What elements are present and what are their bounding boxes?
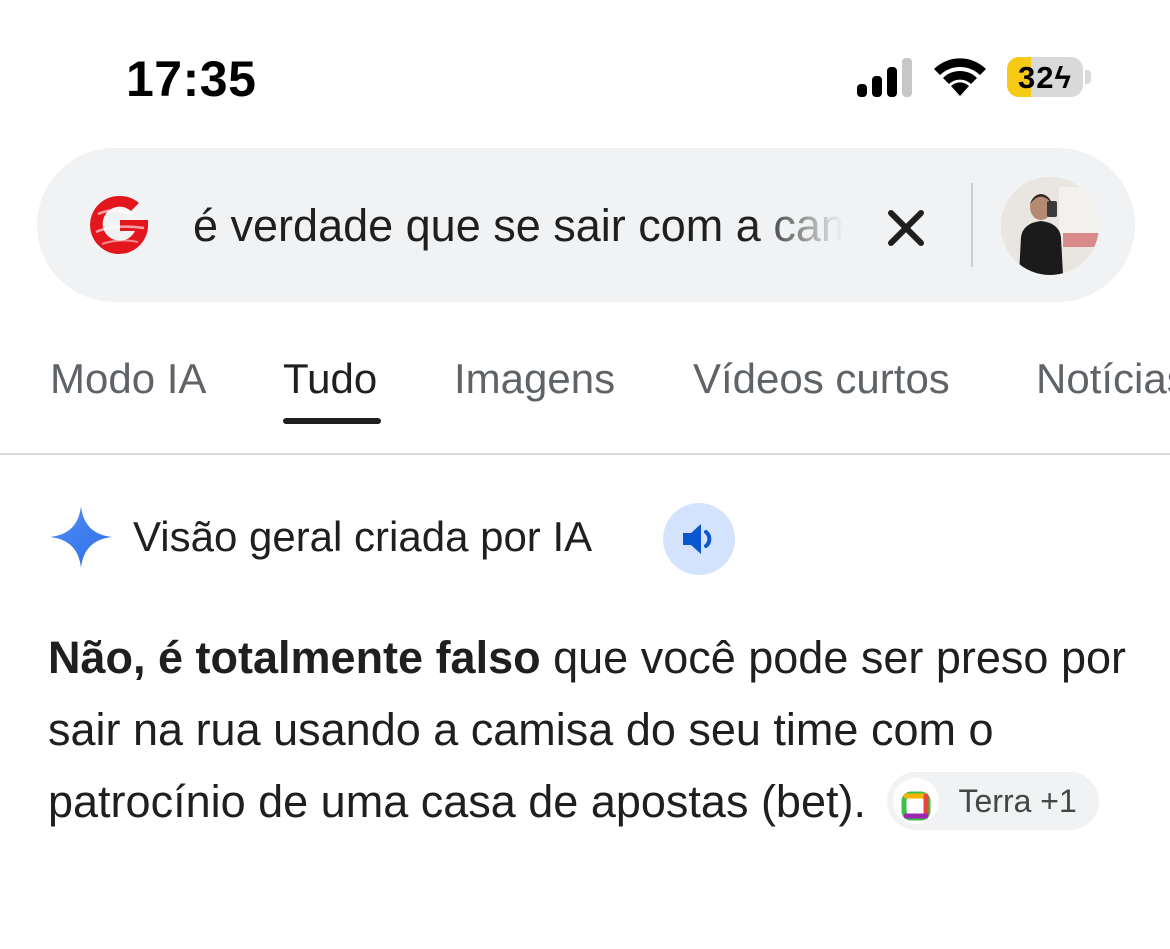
- avatar[interactable]: [1001, 177, 1099, 275]
- ai-overview-answer: Não, é totalmente falso que você pode se…: [48, 622, 1138, 838]
- tab-videos-curtos[interactable]: Vídeos curtos: [693, 355, 950, 403]
- speaker-icon: [683, 524, 712, 554]
- charging-bolt-icon: ϟ: [1054, 60, 1072, 95]
- search-divider: [971, 183, 973, 267]
- tab-tudo[interactable]: Tudo: [283, 355, 377, 403]
- listen-button[interactable]: [663, 503, 735, 575]
- status-time: 17:35: [126, 51, 257, 107]
- cellular-signal-icon: [857, 58, 912, 97]
- terra-logo-icon: [892, 778, 939, 825]
- active-tab-indicator: [283, 418, 381, 424]
- search-results-page: 17:35 32ϟ é verdade que se sair com a ca…: [0, 0, 1170, 949]
- source-chip-label: Terra +1: [958, 783, 1077, 820]
- search-input[interactable]: é verdade que se sair com a camisa: [193, 200, 853, 256]
- battery-indicator: 32ϟ: [1007, 57, 1083, 97]
- tab-modo-ia[interactable]: Modo IA: [50, 355, 206, 403]
- wifi-icon: [934, 58, 986, 96]
- source-chip[interactable]: Terra +1: [886, 772, 1099, 831]
- battery-level-text: 32ϟ: [1018, 60, 1072, 95]
- answer-bold: Não, é totalmente falso: [48, 632, 541, 683]
- tabs-divider: [0, 453, 1170, 455]
- google-g-icon[interactable]: [86, 192, 152, 258]
- battery-nub: [1085, 70, 1091, 84]
- close-icon[interactable]: [878, 200, 934, 256]
- tab-imagens[interactable]: Imagens: [454, 355, 615, 403]
- profile-photo: [1001, 177, 1099, 275]
- ai-overview-title: Visão geral criada por IA: [133, 513, 593, 560]
- tab-noticias[interactable]: Notícias: [1036, 355, 1170, 403]
- sparkle-icon: [50, 506, 112, 568]
